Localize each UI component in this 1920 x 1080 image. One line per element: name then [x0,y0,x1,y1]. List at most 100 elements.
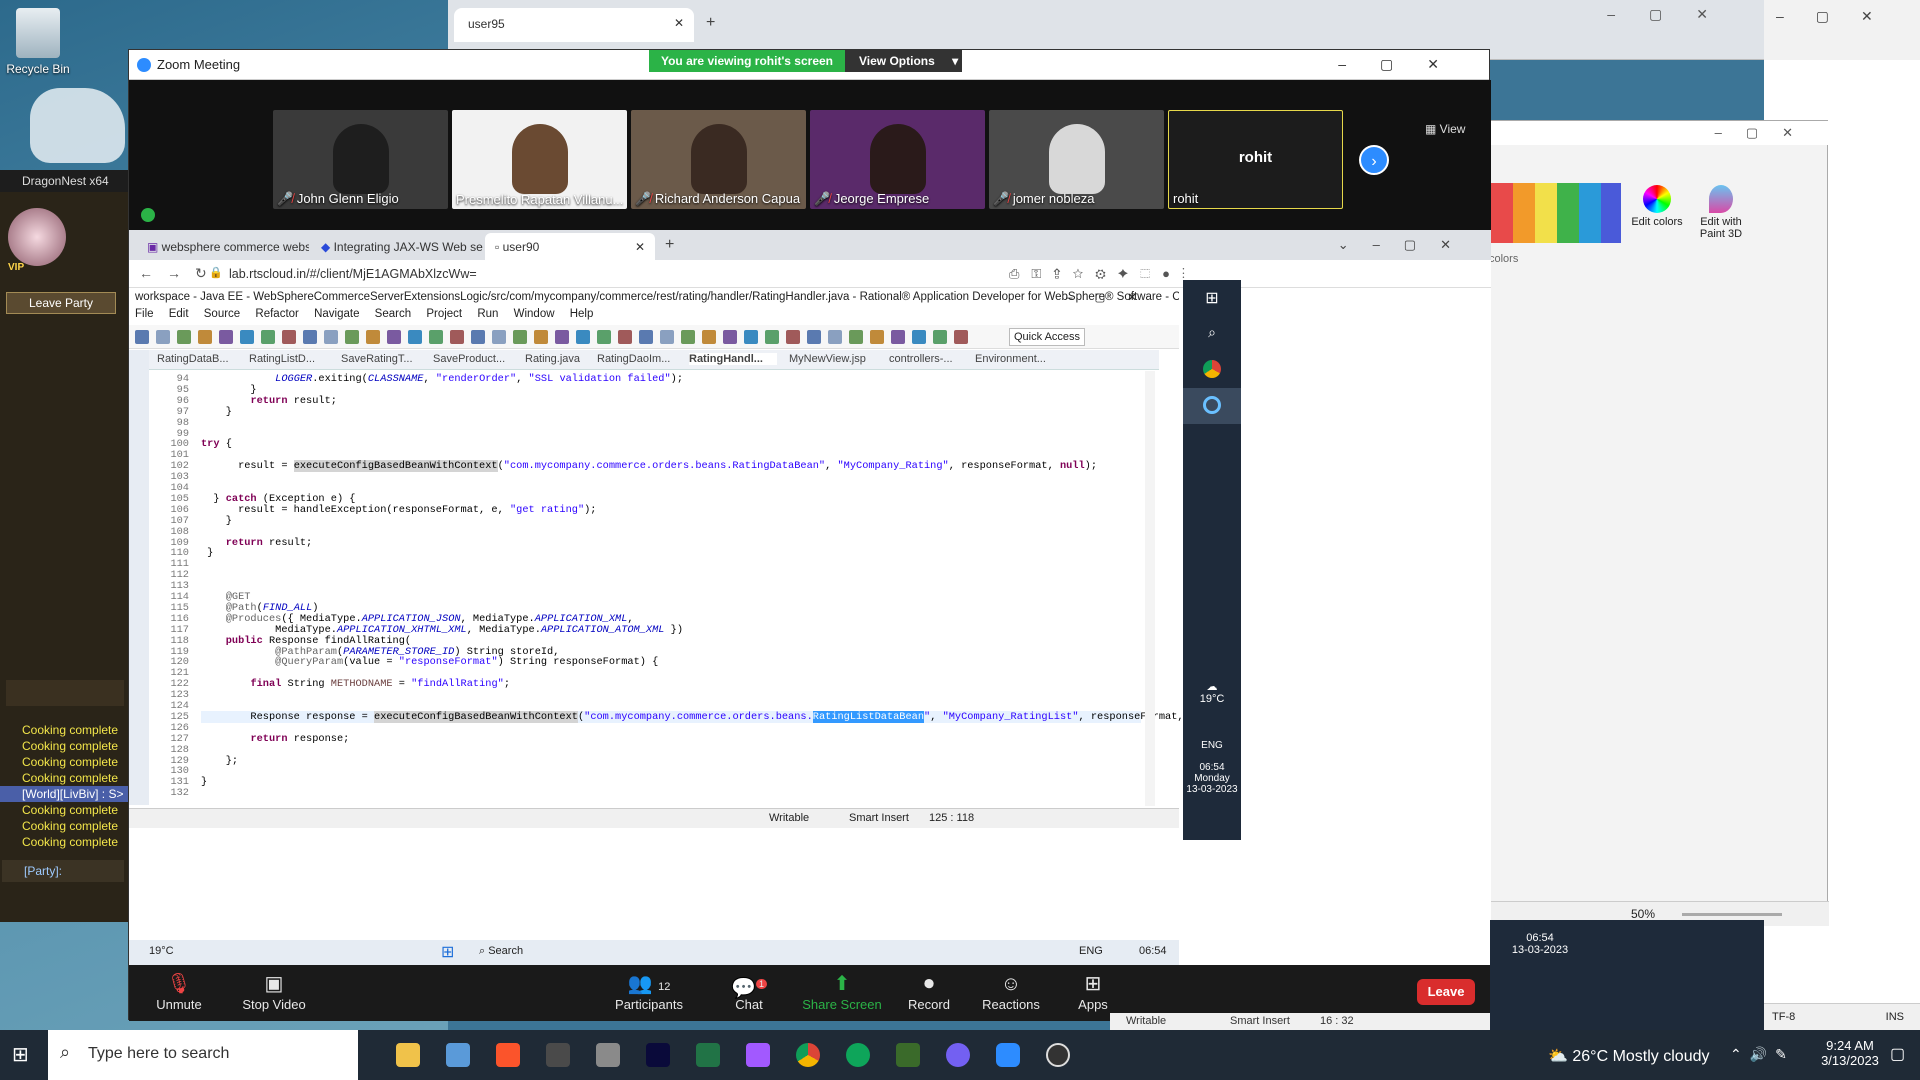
weather-text[interactable]: ⛅ 26°C Mostly cloudy [1548,1046,1710,1066]
new-tab-button[interactable]: + [706,14,715,32]
editor-tab[interactable]: MyNewView.jsp [789,353,889,365]
taskbar-clock[interactable]: 9:24 AM 3/13/2023 [1818,1038,1882,1068]
code-line[interactable]: final String METHODNAME = "findAllRating… [201,678,510,690]
toolbar-icon[interactable] [933,330,947,344]
editor-tab[interactable]: SaveProduct... [433,353,533,365]
app-icon[interactable] [596,1043,620,1067]
chrome-tab[interactable]: ◆ Integrating JAX-WS Web service [311,233,483,260]
menu-refactor[interactable]: Refactor [255,308,298,320]
color-palette[interactable] [1491,183,1621,243]
stop-video-button[interactable]: ▣ Stop Video [229,971,319,1012]
menu-run[interactable]: Run [477,308,498,320]
menu-help[interactable]: Help [570,308,594,320]
chrome-tab[interactable]: ▣ websphere commerce webservic [137,233,309,260]
edge-icon[interactable] [846,1043,870,1067]
toolbar-icon[interactable] [660,330,674,344]
editor-scrollbar[interactable] [1145,371,1155,806]
code-line[interactable]: } [201,547,213,559]
url-field[interactable]: lab.rtscloud.in/#/client/MjE1AGMAbXlzcWw… [229,267,477,281]
code-line[interactable]: } [201,776,207,788]
code-line[interactable]: try { [201,438,232,450]
code-line[interactable]: } [201,406,232,418]
toolbar-icon[interactable] [513,330,527,344]
code-line[interactable]: LOGGER.exiting(CLASSNAME, "renderOrder",… [201,373,683,385]
apps-button[interactable]: ⊞ Apps [1063,971,1123,1012]
recycle-bin-shortcut[interactable]: Recycle Bin [0,8,76,76]
participant-tile[interactable]: 🎤̸ Jeorge Emprese [810,110,985,209]
code-line[interactable]: Response response = executeConfigBasedBe… [201,710,1227,723]
toolbar-icon[interactable] [786,330,800,344]
notification-icon[interactable]: ▢ [1890,1044,1905,1064]
viber-icon[interactable] [946,1043,970,1067]
zoom-icon[interactable] [996,1043,1020,1067]
toolbar-icon[interactable] [408,330,422,344]
toolbar-icon[interactable] [534,330,548,344]
zoom-slider[interactable] [1682,913,1783,917]
toolbar-icon[interactable] [828,330,842,344]
task-view-icon[interactable]: ⧉ [345,1043,358,1064]
quick-access-field[interactable]: Quick Access [1009,328,1086,346]
window-controls[interactable]: –▢✕ [1607,6,1742,23]
editor-tab[interactable]: controllers-... [889,353,961,365]
participants-button[interactable]: 👥 12 Participants [599,971,699,1012]
edit-colors-button[interactable]: Edit colors [1629,185,1685,228]
remote-search[interactable]: ⌕ Search [479,945,523,958]
browser-toolbar-icons[interactable]: ⎙⚿⇪☆⚙✦⬚●⋮ [1009,266,1197,282]
window-controls[interactable]: –▢✕ [1338,56,1473,73]
brave-browser-icon[interactable] [496,1043,520,1067]
toolbar-icon[interactable] [597,330,611,344]
menu-source[interactable]: Source [204,308,240,320]
toolbar-icon[interactable] [135,330,149,344]
toolbar-icon[interactable] [450,330,464,344]
toolbar-icon[interactable] [324,330,338,344]
toolbar-icon[interactable] [954,330,968,344]
new-tab-button[interactable]: + [665,236,674,254]
editor-tab[interactable]: RatingDataB... [157,353,257,365]
leave-button[interactable]: Leave [1417,979,1475,1005]
code-line[interactable]: result = handleException(responseFormat,… [201,504,596,516]
lock-icon[interactable]: 🔒 [209,266,223,279]
menu-file[interactable]: File [135,308,154,320]
window-controls[interactable]: –▢✕ [1066,290,1159,304]
toolbar-icon[interactable] [639,330,653,344]
toolbar-icon[interactable] [366,330,380,344]
toolbar-icon[interactable] [240,330,254,344]
view-options-button[interactable]: View Options ▾ [845,50,962,72]
share-screen-button[interactable]: ⬆ Share Screen [797,971,887,1012]
toolbar-icon[interactable] [870,330,884,344]
toolbar-icon[interactable] [429,330,443,344]
menu-search[interactable]: Search [375,308,411,320]
participant-tile-active[interactable]: rohit rohit [1168,110,1343,209]
toolbar-icon[interactable] [387,330,401,344]
left-trim-stack[interactable] [129,350,149,805]
menu-edit[interactable]: Edit [169,308,189,320]
code-line[interactable]: } [201,515,232,527]
toolbar-icon[interactable] [681,330,695,344]
toolbar-icon[interactable] [555,330,569,344]
toolbar-icon[interactable] [723,330,737,344]
code-line[interactable]: return response; [201,733,349,745]
toolbar-icon[interactable] [345,330,359,344]
toolbar-icon[interactable] [807,330,821,344]
record-button[interactable]: ⏺ Record [899,971,959,1012]
chrome-icon[interactable] [796,1043,820,1067]
unmute-button[interactable]: 🎙 Unmute [143,971,215,1012]
app-icon[interactable] [446,1043,470,1067]
code-line[interactable]: result = executeConfigBasedBeanWithConte… [201,460,1097,473]
toolbar-icon[interactable] [471,330,485,344]
tray-icons[interactable]: ⌃🔊✎ [1730,1046,1795,1063]
code-line[interactable]: @QueryParam(value = "responseFormat") St… [201,656,658,668]
windows-start-icon[interactable]: ⊞ [1183,280,1241,316]
editor-tab[interactable]: Environment... [975,353,1065,365]
code-line[interactable]: return result; [201,537,313,549]
toolbar-icon[interactable] [765,330,779,344]
dragonnest-taskbar-item[interactable]: DragonNest x64 [0,170,128,192]
edit-paint3d-button[interactable]: Edit with Paint 3D [1689,185,1753,240]
toolbar-icon[interactable] [282,330,296,344]
notepad-icon[interactable] [696,1043,720,1067]
chat-button[interactable]: 💬 1 Chat [719,971,779,1012]
chrome-tab-active[interactable]: ▫ user90 ✕ [485,233,655,260]
app-icon[interactable] [896,1043,920,1067]
toolbar-icon[interactable] [891,330,905,344]
window-controls[interactable]: ⌄–▢✕ [1338,237,1475,253]
